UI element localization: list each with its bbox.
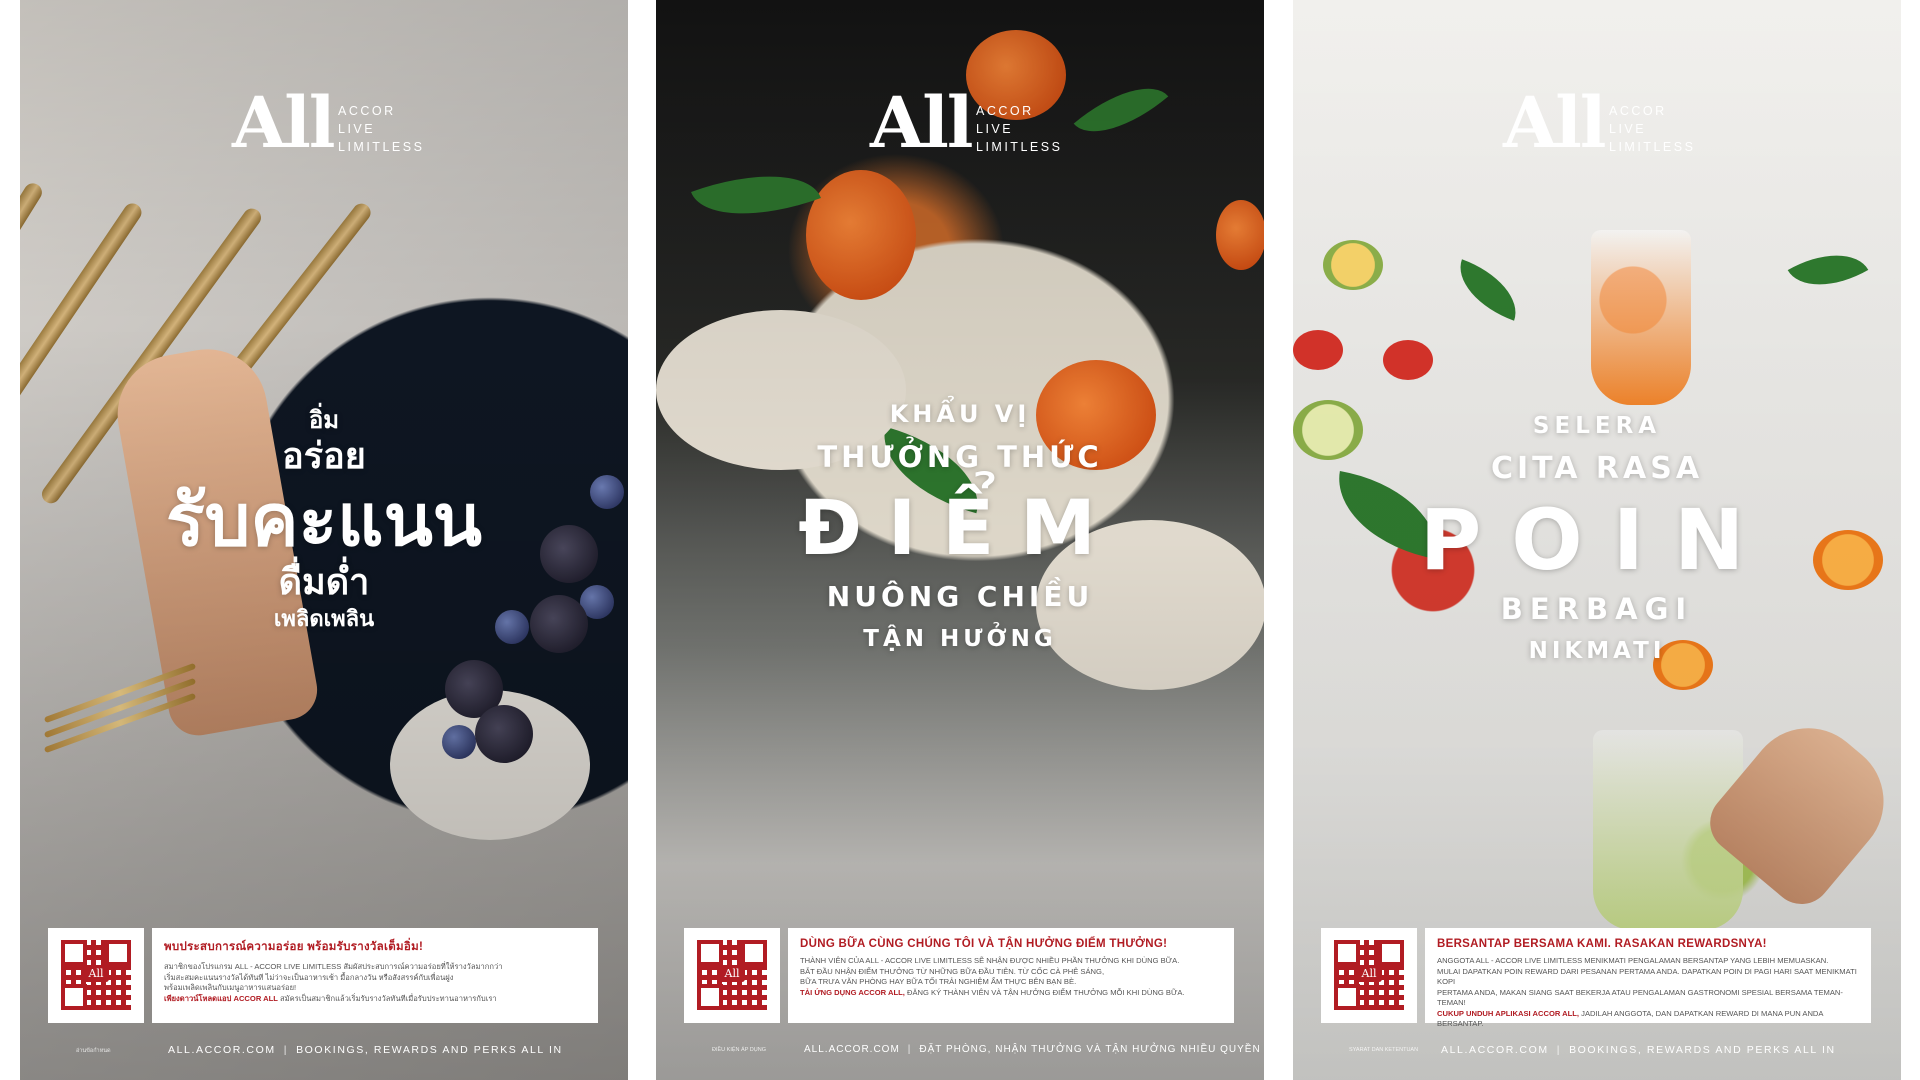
logo-mark: All <box>1503 81 1606 164</box>
logo-word: LIVE <box>976 122 1014 136</box>
logo-word: ACCOR <box>1609 104 1667 118</box>
footer-text: ALL.ACCOR.COM | BOOKINGS, REWARDS AND PERK… <box>168 1044 563 1056</box>
headline-line: อิ่ม <box>308 406 340 434</box>
headline: KHẨU VỊ THƯỞNG THỨC ĐIỂM NUÔNG CHIỀU TẬN… <box>656 396 1264 658</box>
download-app-cta[interactable]: CUKUP UNDUH APLIKASI ACCOR ALL, <box>1437 1009 1579 1018</box>
info-panel: All DÙNG BỮA CÙNG CHÚNG TÔI VÀ TẬN HƯỞNG… <box>684 928 1234 1023</box>
info-panel: All BERSANTAP BERSAMA KAMI. RASAKAN REWA… <box>1321 928 1871 1028</box>
headline-line: POIN <box>1419 491 1775 589</box>
website-link[interactable]: ALL.ACCOR.COM <box>168 1044 276 1056</box>
info-line: สมาชิกของโปรแกรม ALL - ACCOR LIVE LIMITL… <box>164 962 503 971</box>
logo-wordmark: ACCOR LIVE LIMITLESS <box>976 102 1062 156</box>
qr-logo: All <box>719 966 745 982</box>
qr-logo: All <box>1356 966 1382 982</box>
poster-vietnamese: All ACCOR LIVE LIMITLESS KHẨU VỊ THƯỞNG … <box>656 0 1264 1080</box>
logo-word: LIMITLESS <box>1609 140 1696 154</box>
headline-line: NUÔNG CHIỀU <box>826 580 1094 613</box>
qr-code-icon: All <box>697 940 767 1010</box>
info-body: สมาชิกของโปรแกรม ALL - ACCOR LIVE LIMITL… <box>164 962 586 1004</box>
info-line: THÀNH VIÊN CỦA ALL - ACCOR LIVE LIMITLES… <box>800 956 1180 965</box>
info-text: พบประสบการณ์ความอร่อย พร้อมรับรางวัลเต็ม… <box>152 928 598 1023</box>
headline-line: BERBAGI <box>1500 592 1694 626</box>
info-panel: All พบประสบการณ์ความอร่อย พร้อมรับรางวัล… <box>48 928 598 1023</box>
headline-line: NIKMATI <box>1528 638 1666 664</box>
all-accor-logo: All ACCOR LIVE LIMITLESS <box>656 88 1264 158</box>
info-line: เริ่มสะสมคะแนนรางวัลได้ทันที ไม่ว่าจะเป็… <box>164 972 454 982</box>
qr-code[interactable]: All <box>1321 928 1417 1023</box>
logo-wordmark: ACCOR LIVE LIMITLESS <box>1609 102 1695 156</box>
logo-wordmark: ACCOR LIVE LIMITLESS <box>338 102 424 156</box>
logo-mark: All <box>870 81 973 164</box>
info-line: สมัครเป็นสมาชิกแล้วเริ่มรับรางวัลทันทีเม… <box>277 993 497 1003</box>
footer-tagline: ĐẶT PHÒNG, NHẬN THƯỞNG VÀ TẬN HƯỞNG NHIỀ… <box>919 1044 1264 1055</box>
footer: ĐIỀU KIỆN ÁP DỤNG ALL.ACCOR.COM | ĐẶT PHÒN… <box>656 1044 1264 1058</box>
terms-note: อ่านข้อกำหนด <box>76 1048 111 1054</box>
info-title: พบประสบการณ์ความอร่อย พร้อมรับรางวัลเต็ม… <box>164 941 424 953</box>
headline-line: เพลิดเพลิน <box>273 607 375 632</box>
info-line: PERTAMA ANDA, MAKAN SIANG SAAT BEKERJA A… <box>1437 987 1843 1008</box>
info-title: DÙNG BỮA CÙNG CHÚNG TÔI VÀ TẬN HƯỞNG ĐIỂ… <box>800 938 1168 950</box>
headline-line: ĐIỂM <box>798 483 1122 572</box>
footer-tagline: BOOKINGS, REWARDS AND PERKS ALL IN <box>1569 1044 1836 1056</box>
headline-line: THƯỞNG THỨC <box>817 440 1103 474</box>
headline-line: KHẨU VỊ <box>889 400 1031 428</box>
website-link[interactable]: ALL.ACCOR.COM <box>804 1044 900 1055</box>
info-line: MULAI DAPATKAN POIN REWARD DARI PESANAN … <box>1437 966 1857 987</box>
terms-note: SYARAT DAN KETENTUAN <box>1349 1047 1419 1053</box>
download-app-cta[interactable]: เพียงดาวน์โหลดแอป ACCOR ALL <box>164 994 278 1003</box>
footer: อ่านข้อกำหนด ALL.ACCOR.COM | BOOKINGS, REW… <box>20 1044 628 1058</box>
info-body: THÀNH VIÊN CỦA ALL - ACCOR LIVE LIMITLES… <box>800 956 1222 998</box>
qr-code[interactable]: All <box>684 928 780 1023</box>
footer-tagline: BOOKINGS, REWARDS AND PERKS ALL IN <box>296 1044 563 1056</box>
headline: อิ่ม อร่อย รับคะแนน ดื่มด่ำ เพลิดเพลิน <box>20 405 628 635</box>
logo-word: LIVE <box>1609 122 1647 136</box>
info-text: DÙNG BỮA CÙNG CHÚNG TÔI VÀ TẬN HƯỞNG ĐIỂ… <box>788 928 1234 1023</box>
info-line: BẮT ĐẦU NHẬN ĐIỂM THƯỞNG TỪ NHỮNG BỮA ĐẦ… <box>800 966 1105 976</box>
headline-line: อร่อย <box>282 436 366 477</box>
info-line: ANGGOTA ALL - ACCOR LIVE LIMITLESS MENIK… <box>1437 956 1829 965</box>
headline-line: CITA RASA <box>1490 451 1704 486</box>
info-body: ANGGOTA ALL - ACCOR LIVE LIMITLESS MENIK… <box>1437 956 1859 1030</box>
footer: SYARAT DAN KETENTUAN ALL.ACCOR.COM | BOOKI… <box>1293 1044 1901 1058</box>
headline-line: ดื่มด่ำ <box>278 562 370 603</box>
qr-code-icon: All <box>61 940 131 1010</box>
footer-text: ALL.ACCOR.COM | BOOKINGS, REWARDS AND PERK… <box>1441 1044 1836 1056</box>
footer-text: ALL.ACCOR.COM | ĐẶT PHÒNG, NHẬN THƯỞNG VÀ … <box>804 1044 1264 1055</box>
logo-word: LIMITLESS <box>338 140 425 154</box>
qr-code[interactable]: All <box>48 928 144 1023</box>
info-text: BERSANTAP BERSAMA KAMI. RASAKAN REWARDSN… <box>1425 928 1871 1028</box>
headline-line: SELERA <box>1532 413 1662 439</box>
headline: SELERA CITA RASA POIN BERBAGI NIKMATI <box>1293 408 1901 670</box>
logo-word: ACCOR <box>338 104 396 118</box>
terms-note: ĐIỀU KIỆN ÁP DỤNG <box>712 1047 766 1053</box>
all-accor-logo: All ACCOR LIVE LIMITLESS <box>1293 88 1901 158</box>
info-line: พร้อมเพลิดเพลินกับเมนูอาหารแสนอร่อย! <box>164 983 297 992</box>
poster-thai: All ACCOR LIVE LIMITLESS อิ่ม อร่อย รับค… <box>20 0 628 1080</box>
qr-logo: All <box>83 966 109 982</box>
headline-line: TẬN HƯỞNG <box>863 626 1057 652</box>
poster-indonesian: All ACCOR LIVE LIMITLESS SELERA CITA RAS… <box>1293 0 1901 1080</box>
headline-line: รับคะแนน <box>165 478 483 562</box>
download-app-cta[interactable]: TẢI ỨNG DỤNG ACCOR ALL, <box>800 988 905 997</box>
logo-word: LIMITLESS <box>976 140 1063 154</box>
logo-word: ACCOR <box>976 104 1034 118</box>
info-title: BERSANTAP BERSAMA KAMI. RASAKAN REWARDSN… <box>1437 938 1767 950</box>
info-line: ĐĂNG KÝ THÀNH VIÊN VÀ TẬN HƯỞNG ĐIỂM THƯ… <box>904 987 1185 997</box>
info-line: BỮA TRƯA VĂN PHÒNG HAY BỮA TỐI TRẢI NGHI… <box>800 977 1077 986</box>
qr-code-icon: All <box>1334 940 1404 1010</box>
logo-word: LIVE <box>338 122 376 136</box>
all-accor-logo: All ACCOR LIVE LIMITLESS <box>20 88 628 158</box>
logo-mark: All <box>232 81 335 164</box>
website-link[interactable]: ALL.ACCOR.COM <box>1441 1044 1549 1056</box>
